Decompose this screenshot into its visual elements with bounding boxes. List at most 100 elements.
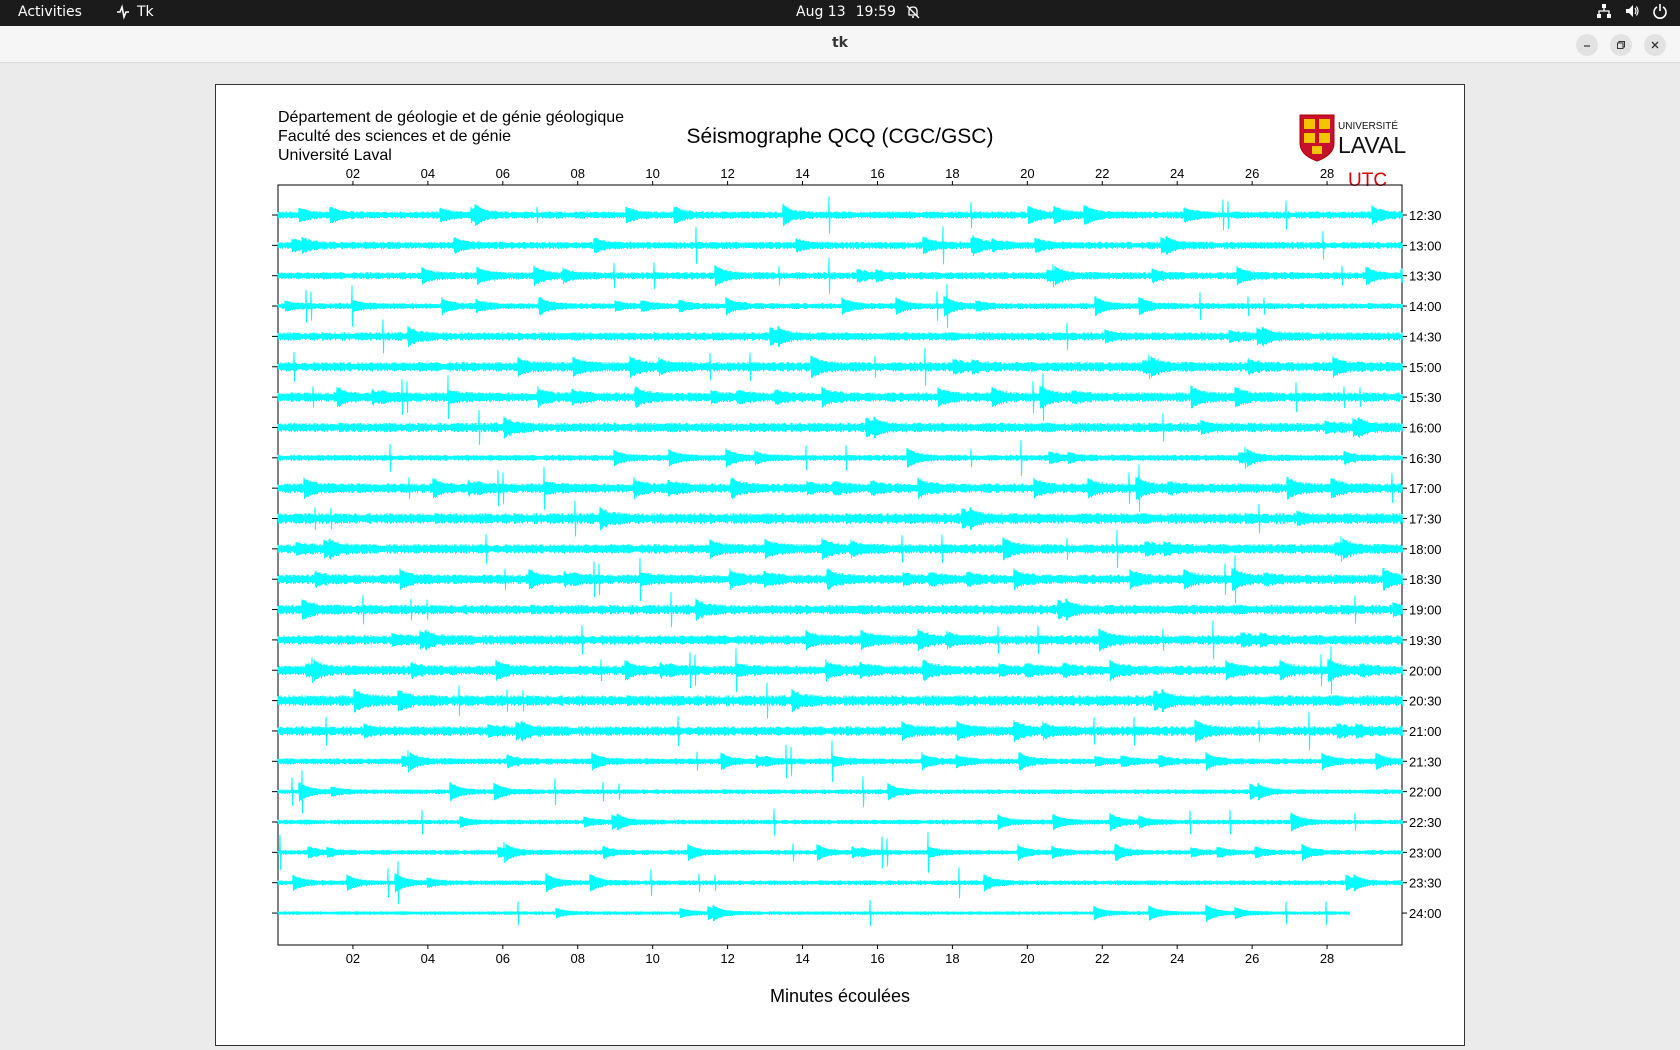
window-title-bar[interactable]: tk: [0, 26, 1680, 63]
window-title: tk: [831, 35, 848, 51]
x-tick-top-label: 24: [1170, 166, 1184, 181]
seismic-trace: [277, 770, 1403, 814]
network-icon[interactable]: [1596, 3, 1612, 19]
row-time-label: 16:30: [1409, 451, 1442, 466]
seismic-trace: [277, 682, 1403, 719]
seismic-trace: [277, 319, 1403, 354]
row-time-label: 23:00: [1409, 845, 1442, 860]
notifications-muted-icon: [906, 5, 920, 19]
seismic-trace: [277, 409, 1403, 445]
plot-frame: [277, 184, 1403, 946]
x-tick-top-label: 08: [570, 166, 584, 181]
department-line: Département de géologie et de génie géol…: [278, 109, 624, 126]
seismic-trace: [277, 257, 1403, 295]
seismic-trace: [277, 740, 1403, 783]
minimize-icon: [1584, 45, 1590, 47]
row-time-label: 15:00: [1409, 360, 1442, 375]
trace-row-14:00: 14:00: [272, 283, 1442, 329]
x-tick-bottom-label: 24: [1170, 951, 1184, 966]
trace-row-13:00: 13:00: [272, 226, 1442, 265]
trace-row-23:00: 23:00: [272, 831, 1442, 873]
row-time-label: 17:00: [1409, 481, 1442, 496]
universite-laval-logo: UNIVERSITÉ LAVAL: [1299, 114, 1406, 162]
x-tick-bottom-label: 20: [1020, 951, 1034, 966]
seismic-trace: [277, 620, 1403, 660]
university-line: Université Laval: [278, 147, 392, 164]
x-tick-top-label: 04: [421, 166, 435, 181]
x-tick-bottom-label: 06: [496, 951, 510, 966]
x-tick-bottom-label: 28: [1320, 951, 1334, 966]
seismic-trace: [277, 831, 1403, 873]
seismograph-plot: Département de géologie et de génie géol…: [272, 109, 1442, 1006]
x-tick-bottom-label: 26: [1245, 951, 1259, 966]
power-icon[interactable]: [1652, 3, 1668, 19]
row-time-label: 15:30: [1409, 390, 1442, 405]
trace-row-24:00: 24:00: [272, 899, 1442, 927]
trace-row-22:00: 22:00: [272, 770, 1442, 814]
row-time-label: 23:30: [1409, 876, 1442, 891]
seismic-trace: [277, 464, 1403, 512]
trace-row-23:30: 23:30: [272, 861, 1442, 905]
seismic-trace: [277, 592, 1403, 628]
trace-row-21:00: 21:00: [272, 711, 1442, 751]
row-time-label: 17:30: [1409, 512, 1442, 527]
trace-row-21:30: 21:30: [272, 740, 1442, 783]
time-label: 19:59: [855, 4, 896, 20]
row-time-label: 21:00: [1409, 724, 1442, 739]
row-time-label: 18:00: [1409, 542, 1442, 557]
seismic-trace: [277, 196, 1403, 234]
x-tick-bottom-label: 18: [945, 951, 959, 966]
clock-button[interactable]: Aug 13 19:59: [796, 4, 920, 20]
row-time-label: 13:00: [1409, 238, 1442, 253]
x-tick-top-label: 10: [645, 166, 659, 181]
seismic-trace: [277, 711, 1403, 751]
utc-label: UTC: [1348, 170, 1387, 191]
plot-title: Séismographe QCQ (CGC/GSC): [687, 125, 994, 148]
trace-row-17:30: 17:30: [272, 500, 1442, 537]
faculty-line: Faculté des sciences et de génie: [278, 128, 511, 145]
x-tick-top-label: 16: [870, 166, 884, 181]
x-tick-top-label: 06: [496, 166, 510, 181]
seismic-trace: [277, 283, 1403, 329]
trace-row-14:30: 14:30: [272, 319, 1442, 354]
row-time-label: 24:00: [1409, 906, 1442, 921]
seismic-trace: [277, 347, 1403, 386]
x-tick-top-label: 02: [346, 166, 360, 181]
trace-row-16:30: 16:30: [272, 439, 1442, 476]
x-tick-bottom-label: 14: [795, 951, 809, 966]
system-tray[interactable]: [1596, 3, 1668, 19]
trace-row-20:00: 20:00: [272, 646, 1442, 695]
close-button[interactable]: [1644, 34, 1666, 56]
x-tick-bottom-label: 12: [720, 951, 734, 966]
seismic-trace: [277, 646, 1403, 695]
row-time-label: 13:30: [1409, 269, 1442, 284]
seismic-trace: [277, 861, 1403, 905]
x-tick-bottom-label: 22: [1095, 951, 1109, 966]
trace-row-17:00: 17:00: [272, 464, 1442, 512]
x-tick-bottom-label: 16: [870, 951, 884, 966]
x-tick-top-label: 20: [1020, 166, 1034, 181]
trace-row-12:30: 12:30: [272, 196, 1442, 234]
app-menu[interactable]: Tk: [115, 4, 154, 20]
row-time-label: 16:00: [1409, 420, 1442, 435]
row-time-label: 22:00: [1409, 785, 1442, 800]
system-top-bar: Activities Tk Aug 13 19:59: [0, 0, 1680, 26]
trace-row-13:30: 13:30: [272, 257, 1442, 295]
date-label: Aug 13: [796, 4, 846, 20]
volume-icon[interactable]: [1624, 3, 1640, 19]
maximize-button[interactable]: [1610, 34, 1632, 56]
row-time-label: 22:30: [1409, 815, 1442, 830]
seismic-trace: [277, 555, 1403, 604]
trace-row-19:30: 19:30: [272, 620, 1442, 660]
row-time-label: 18:30: [1409, 572, 1442, 587]
minimize-button[interactable]: [1576, 34, 1598, 56]
trace-row-22:30: 22:30: [272, 808, 1442, 836]
trace-row-18:30: 18:30: [272, 555, 1442, 604]
close-icon: [1651, 41, 1659, 49]
activities-button[interactable]: Activities: [18, 4, 82, 20]
trace-row-15:30: 15:30: [272, 373, 1442, 421]
seismic-trace: [277, 529, 1403, 569]
logo-text-top: UNIVERSITÉ: [1338, 119, 1398, 132]
row-time-label: 14:00: [1409, 299, 1442, 314]
x-tick-top-label: 22: [1095, 166, 1109, 181]
